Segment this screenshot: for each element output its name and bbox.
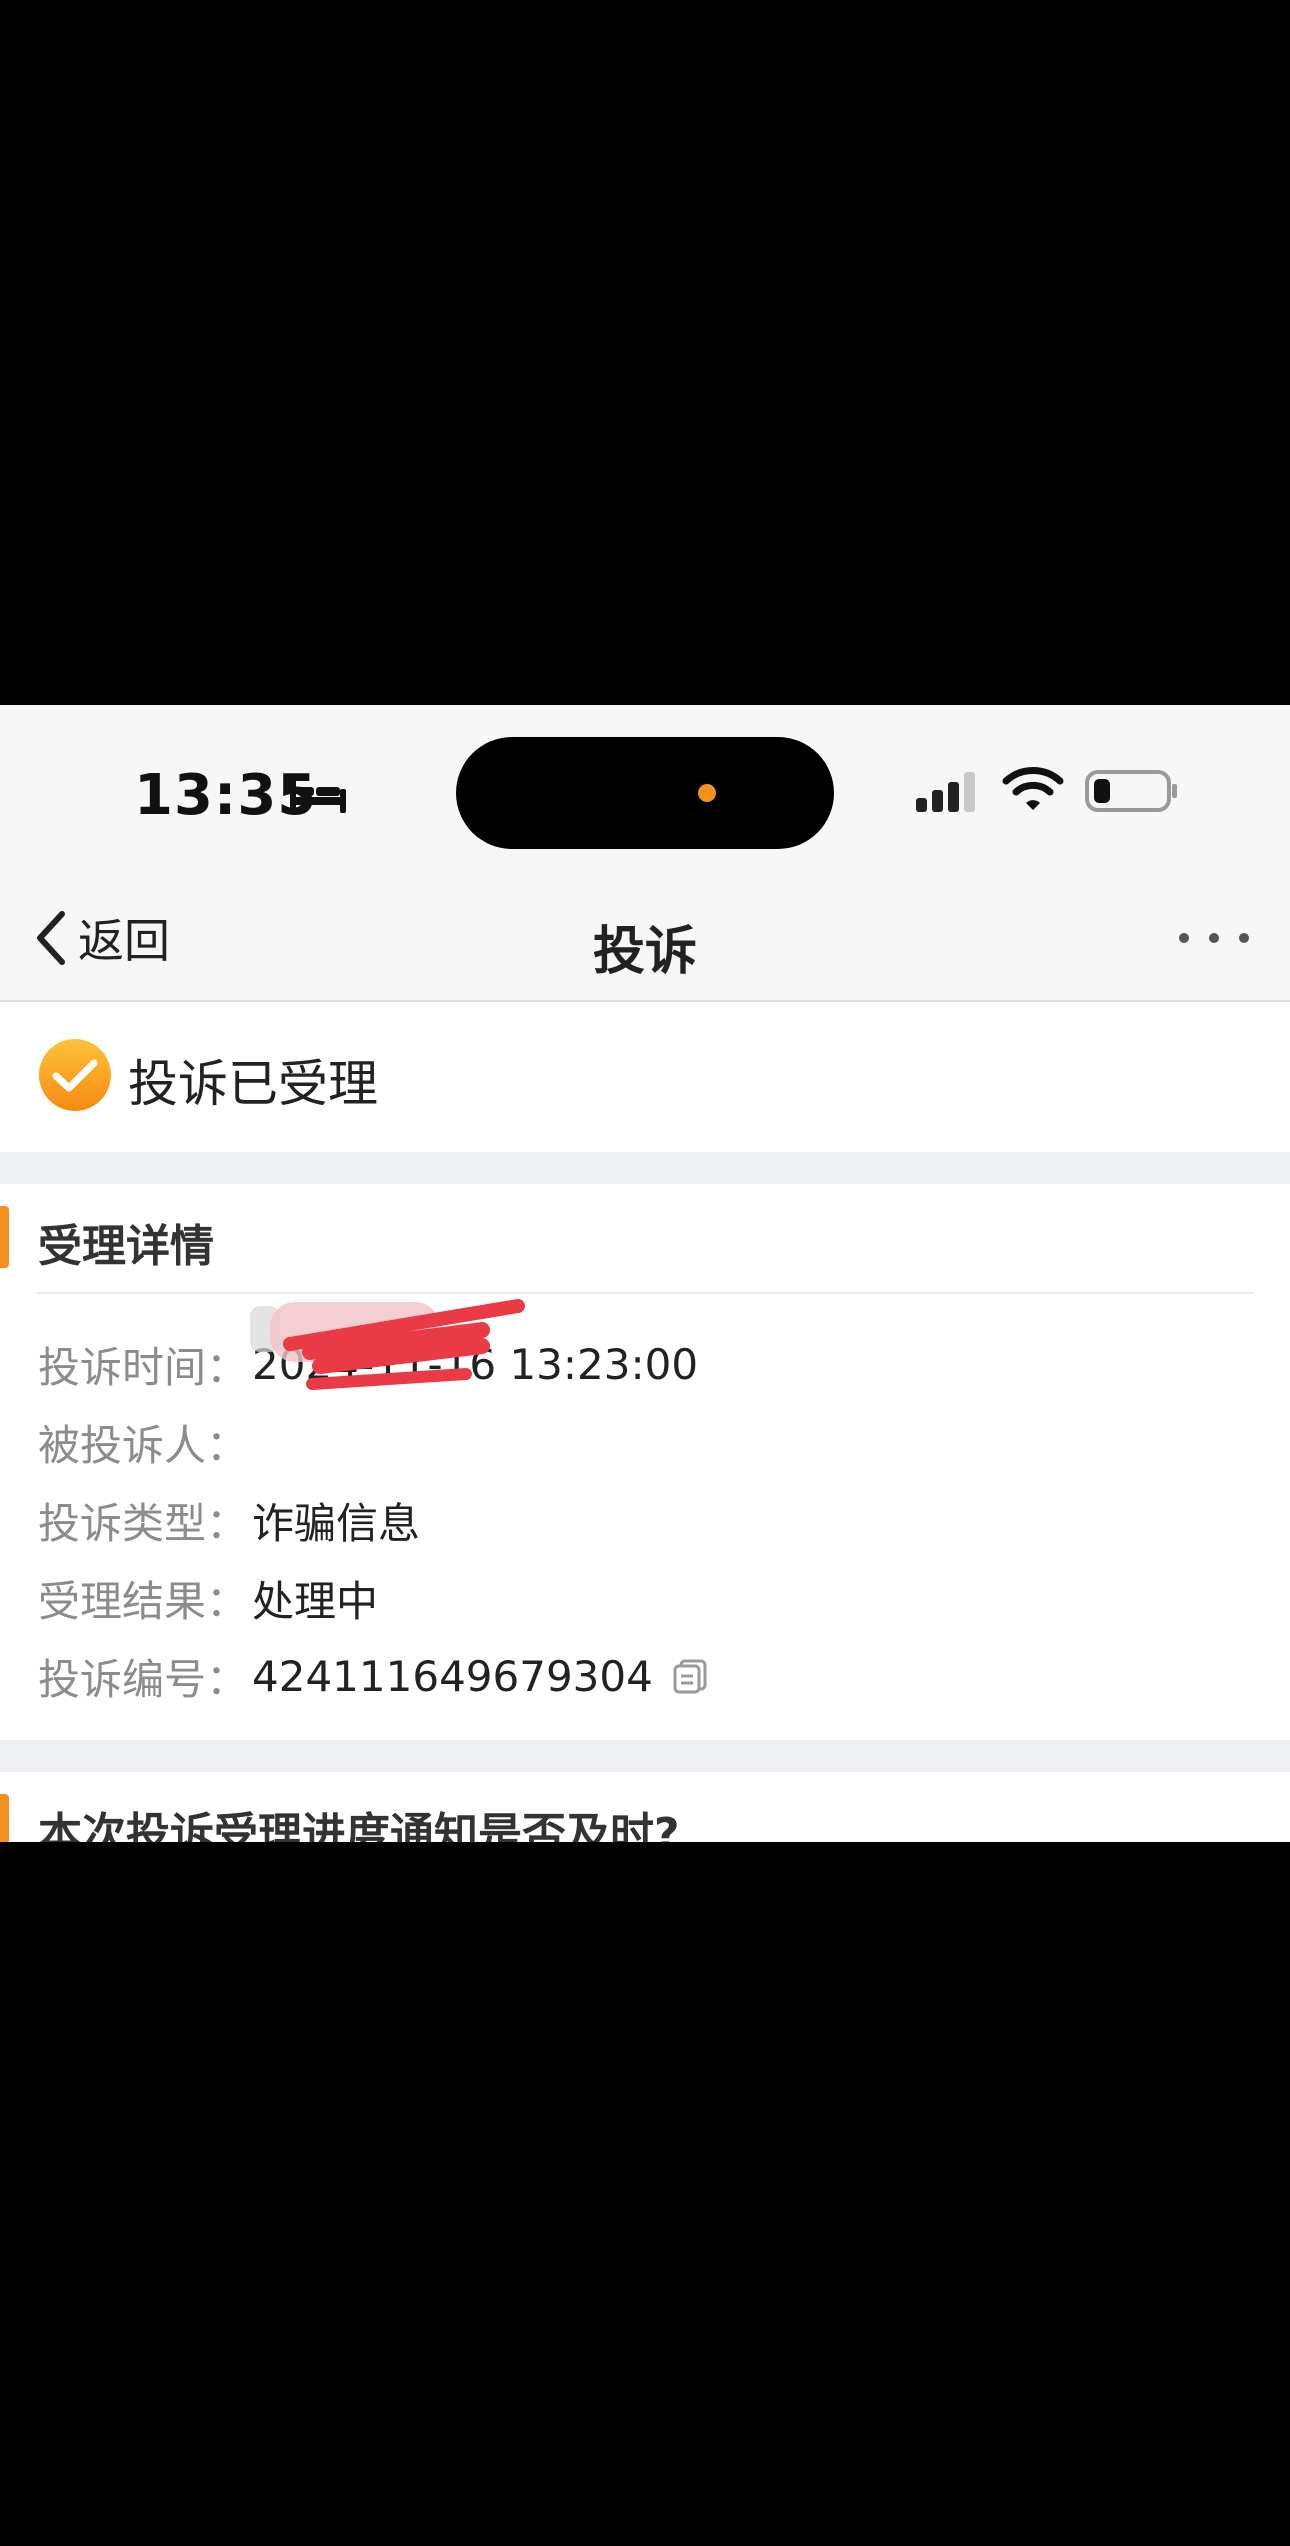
status-bar: 13:35 [0,705,1290,875]
detail-label: 投诉时间： [38,1342,249,1392]
detail-value: 424111649679304 [252,1651,653,1701]
check-circle-icon [39,1039,111,1111]
detail-row-result: 受理结果： 处理中 [38,1563,378,1633]
detail-row-type: 投诉类型： 诈骗信息 [38,1485,420,1555]
detail-row-number: 投诉编号： 424111649679304 [38,1641,709,1711]
details-section: 受理详情 投诉时间： 2024-11-16 13:23:00 被投诉人： 投诉类… [0,1184,1290,1740]
page-title: 投诉 [592,922,697,982]
recording-indicator [698,784,716,802]
detail-label: 投诉编号： [38,1654,249,1704]
dynamic-island [456,737,834,849]
detail-label: 投诉类型： [38,1498,249,1548]
detail-label: 受理结果： [38,1576,249,1626]
section-accent-bar [0,1206,9,1268]
complaint-status: 投诉已受理 [0,1002,1290,1152]
detail-value: 诈骗信息 [252,1498,421,1548]
signal-icon [916,772,975,812]
copy-icon[interactable] [671,1657,709,1695]
battery-icon [1085,770,1177,812]
section-accent-bar [0,1794,9,1842]
section-separator [0,1152,1290,1184]
feedback-section: 本次投诉受理进度通知是否及时? [0,1772,1290,1842]
nav-bar: 返回 投诉 [0,875,1290,1002]
detail-label: 被投诉人： [38,1420,249,1470]
status-text: 投诉已受理 [128,1055,378,1113]
bed-icon [290,779,346,813]
section-title: 受理详情 [38,1221,214,1272]
feedback-question: 本次投诉受理进度通知是否及时? [38,1809,680,1842]
app-screen: 13:35 返回 投诉 投诉已受理 受理详情 投诉时间： 2024-11-16 … [0,705,1290,1842]
wifi-icon [1002,767,1064,810]
divider [36,1292,1254,1294]
more-icon[interactable] [1176,927,1252,949]
detail-row-respondent: 被投诉人： [38,1407,252,1477]
detail-value: 处理中 [252,1576,379,1626]
section-separator [0,1740,1290,1772]
redaction-scribble [250,1299,525,1390]
